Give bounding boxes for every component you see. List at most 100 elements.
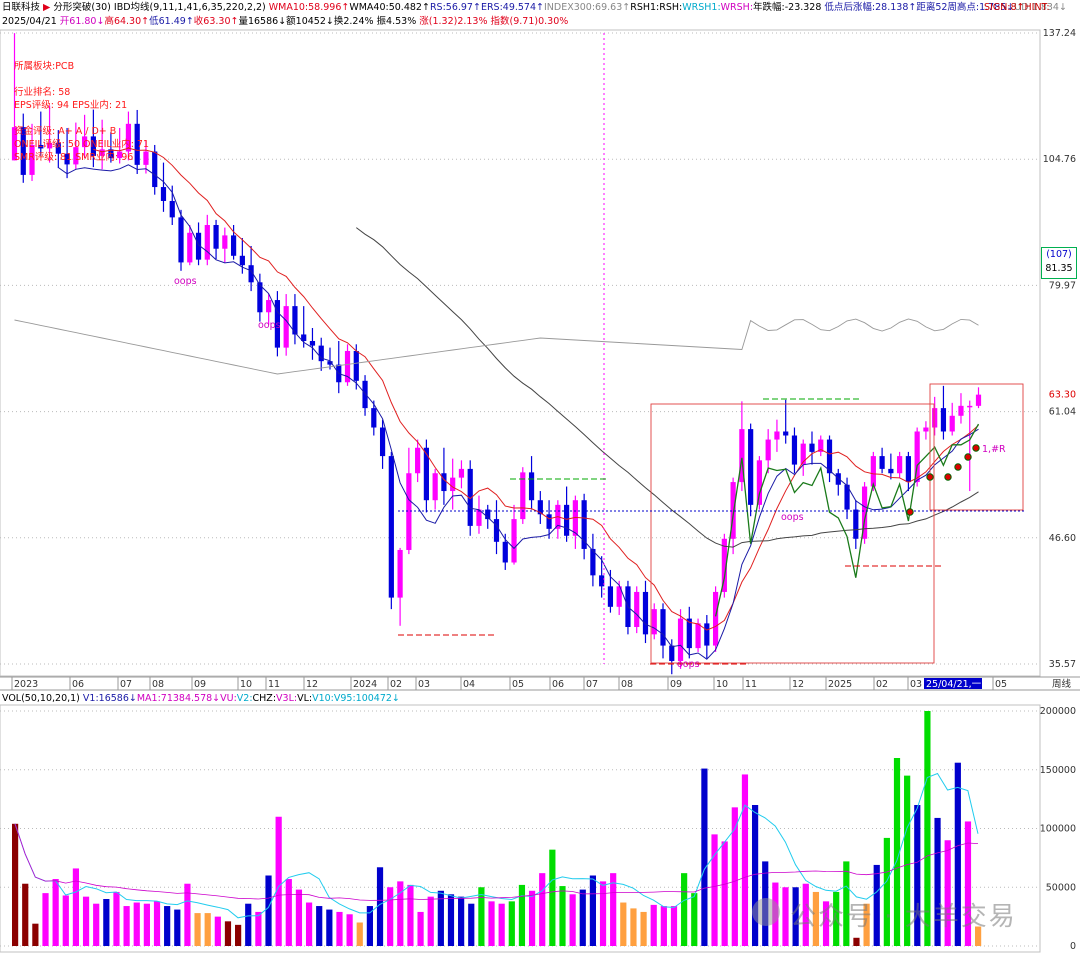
header-seg-3: WMA10:58.996↑ <box>268 2 350 13</box>
vol-tick-4: 0 <box>1070 941 1076 952</box>
volume-bar-73 <box>751 805 759 946</box>
volume-bar-14 <box>153 901 161 946</box>
volume-bar-45 <box>468 903 475 946</box>
candle-body-102 <box>905 456 911 483</box>
volume-bar-32 <box>336 911 343 946</box>
volume-bar-23 <box>245 903 252 946</box>
stock-chart[interactable]: 137.24 104.76 79.97 61.04 46.60 35.57 63.30 200… <box>0 0 1080 954</box>
time-label-14: 07 <box>586 679 598 690</box>
header-seg-4: WMA40:50.482↑ <box>349 2 430 13</box>
volume-bar-57 <box>589 875 596 946</box>
volume-bar-44 <box>458 896 465 946</box>
vol-seg-3: VU: <box>220 693 237 704</box>
time-label-15: 08 <box>621 679 633 690</box>
annotation-1: oops <box>258 320 281 331</box>
volume-bar-41 <box>427 896 434 946</box>
volume-bar-33 <box>346 914 353 946</box>
volume-bar-66 <box>681 873 688 946</box>
volume-bar-35 <box>366 906 373 946</box>
header-seg-6: ERS:49.574↑ <box>480 2 544 13</box>
volume-bar-30 <box>316 906 323 946</box>
note-3: 资金评级: A+ A / D+ B <box>14 126 117 137</box>
candle-body-22 <box>204 225 210 260</box>
candle-body-78 <box>695 623 701 649</box>
candle-body-99 <box>879 456 885 469</box>
time-label-16: 09 <box>670 679 682 690</box>
breakout-dot-4 <box>964 453 972 461</box>
time-label-2: 07 <box>120 679 132 690</box>
candle-body-39 <box>353 350 359 381</box>
header-seg-5: RS:56.97↑ <box>429 2 481 13</box>
candle-body-44 <box>397 549 403 598</box>
candle-body-106 <box>940 408 947 432</box>
volume-bar-29 <box>305 902 313 946</box>
volume-bar-25 <box>265 875 272 946</box>
volume-bar-28 <box>295 889 303 946</box>
ohlc-header-line2: 2025/04/21 开61.80↓高64.30↑低61.49↑收63.30↑量… <box>2 16 568 28</box>
vol-seg-1: V1:16586↓ <box>82 693 137 704</box>
volume-bar-34 <box>356 922 363 946</box>
vol-seg-2: MA1:71384.578↓ <box>136 693 221 704</box>
breakout-dot-5 <box>972 444 980 452</box>
rs-green-line <box>714 423 980 617</box>
volume-bar-18 <box>194 913 201 946</box>
price-badge: (107) 81.35 <box>1041 247 1077 279</box>
header-seg-0: 日联科技 <box>2 2 41 13</box>
candle-body-15 <box>143 151 149 165</box>
volume-bar-62 <box>640 911 647 946</box>
candle-body-34 <box>309 340 316 346</box>
candle-body-29 <box>266 300 272 313</box>
volume-bar-24 <box>255 911 262 946</box>
volume-bar-40 <box>417 911 424 946</box>
candle-body-74 <box>660 609 666 646</box>
ohlc-seg-5: 量16586↓ <box>238 16 287 27</box>
candle-body-68 <box>607 586 614 607</box>
candle-body-43 <box>388 456 394 598</box>
candle-body-45 <box>406 473 412 550</box>
volume-bar-8 <box>93 903 100 946</box>
volume-bar-37 <box>387 887 394 946</box>
annotation-4: 1,#R <box>982 444 1006 455</box>
volume-bar-64 <box>660 906 667 946</box>
time-label-10: 03 <box>418 679 430 690</box>
candle-body-105 <box>932 408 938 428</box>
price-tick-4: 46.60 <box>1049 533 1076 544</box>
candle-body-18 <box>169 200 175 218</box>
candle-body-67 <box>599 575 605 587</box>
ohlc-seg-3: 低61.49↑ <box>149 16 194 27</box>
ohlc-seg-8: 涨(1.32)2.13% <box>419 16 491 27</box>
volume-bar-53 <box>549 849 556 946</box>
volume-bar-58 <box>599 881 607 946</box>
header-seg-10: WRSH1: <box>682 2 721 13</box>
candle-body-53 <box>476 509 482 526</box>
price-frame <box>0 29 1041 677</box>
vol-seg-7: VL: <box>297 693 313 704</box>
volume-bar-15 <box>164 906 171 946</box>
candle-body-100 <box>888 468 894 474</box>
candle-body-17 <box>160 187 167 201</box>
candle-body-80 <box>712 591 719 646</box>
volume-bar-68 <box>701 768 708 946</box>
candle-body-31 <box>283 306 289 348</box>
last-price-label: 63.30 <box>1049 390 1076 401</box>
time-label-5: 10 <box>240 679 252 690</box>
candle-body-96 <box>853 509 859 539</box>
volume-bar-9 <box>103 899 110 946</box>
header-seg-13: 低点后涨幅:28.138↑ <box>824 2 917 13</box>
annotation-0: oops <box>174 276 197 287</box>
ohlc-seg-0: 2025/04/21 <box>2 16 60 27</box>
volume-bar-61 <box>630 908 637 946</box>
volume-bar-50 <box>518 884 526 946</box>
candle-body-93 <box>826 439 833 474</box>
candle-body-42 <box>379 427 386 457</box>
note-2: EPS评级: 94 EPS业内: 21 <box>14 100 128 111</box>
candle-body-24 <box>222 235 228 249</box>
time-label-18: 11 <box>745 679 757 690</box>
ohlc-seg-1: 开61.80↓ <box>59 16 105 27</box>
indicator-header-line1: 日联科技 ▶ 分形突破(30) IBD均线(9,11,1,41,6,35,220… <box>2 2 1067 14</box>
candle-body-25 <box>230 235 237 256</box>
candle-body-98 <box>870 456 876 487</box>
candle-body-109 <box>967 405 973 408</box>
note-1: 行业排名: 58 <box>14 87 71 98</box>
candle-body-56 <box>502 541 508 563</box>
